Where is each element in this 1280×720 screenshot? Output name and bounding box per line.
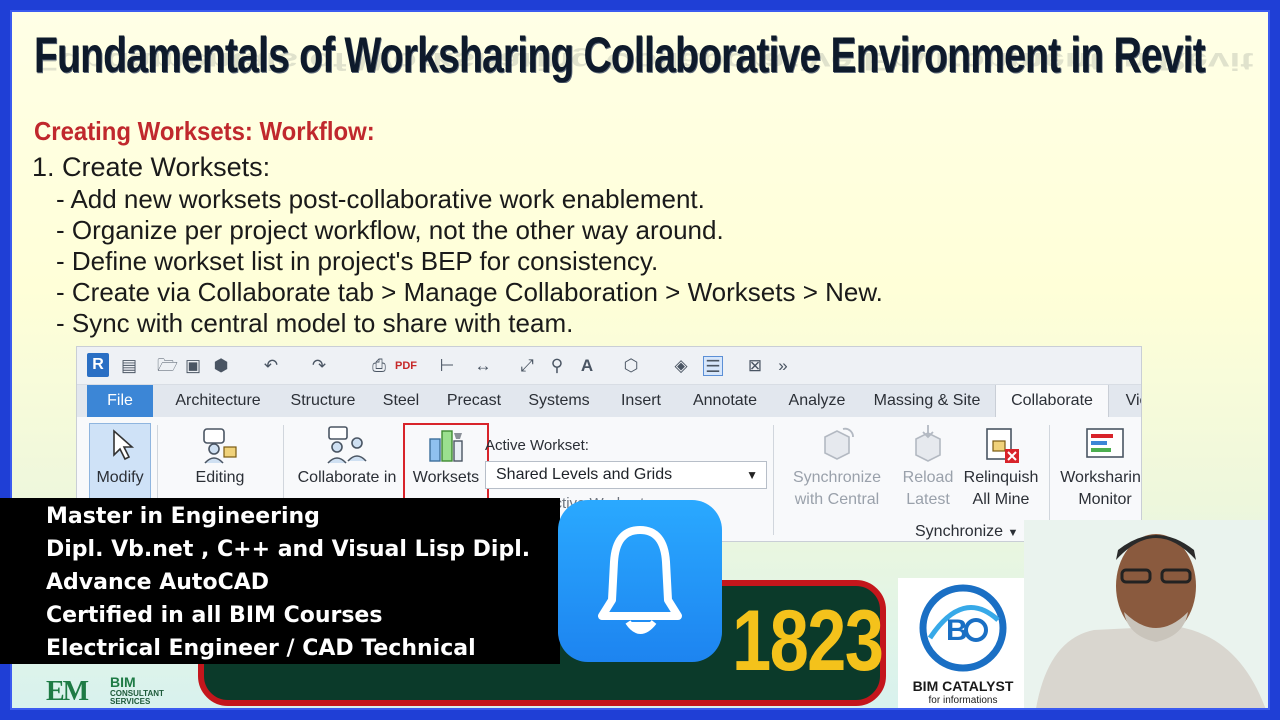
step-heading: 1. Create Worksets:	[32, 152, 271, 182]
measure-icon[interactable]: ⊢	[437, 356, 457, 376]
tab-annotate[interactable]: Annotate	[683, 385, 767, 417]
relinquish-label-2: All Mine	[972, 491, 1030, 508]
synchronize-panel-label[interactable]: Synchronize ▼	[915, 523, 1018, 541]
active-workset-value: Shared Levels and Grids	[496, 466, 673, 483]
tab-precast[interactable]: Precast	[441, 385, 507, 417]
reload-latest-button[interactable]: Reload Latest	[897, 417, 959, 511]
tag-icon[interactable]: ⚲	[547, 356, 567, 376]
thin-lines-icon[interactable]: ☰	[703, 356, 723, 376]
monitor-label-1: Worksharing	[1060, 469, 1142, 486]
credential-line: Dipl. Vb.net , C++ and Visual Lisp Dipl.	[46, 537, 531, 562]
tab-structure[interactable]: Structure	[283, 385, 363, 417]
tab-analyze[interactable]: Analyze	[779, 385, 855, 417]
pdf-icon[interactable]: PDF	[395, 356, 417, 376]
synchronize-icon	[824, 427, 854, 460]
text-icon[interactable]: A	[577, 356, 597, 376]
slide-title-reflection: Fundamentals of Worksharing Collaborativ…	[34, 47, 1254, 76]
logo-mark: EM	[46, 676, 89, 707]
tab-architecture[interactable]: Architecture	[161, 385, 275, 417]
panel-separator	[773, 425, 774, 535]
monitor-label-2: Monitor	[1078, 491, 1132, 508]
bim-consultant-logo: EM BIM CONSULTANT SERVICES	[46, 674, 186, 708]
reload-label-2: Latest	[906, 491, 950, 508]
logo-text-bim: BIM	[110, 674, 136, 690]
editing-label: Editing	[195, 469, 245, 486]
worksharing-monitor-icon	[1086, 428, 1124, 458]
tab-insert[interactable]: Insert	[611, 385, 671, 417]
synchronize-with-central-button[interactable]: Synchronize with Central	[783, 417, 891, 511]
worksets-label: Worksets	[412, 469, 480, 486]
slide-subtitle: Creating Worksets: Workflow:	[34, 116, 375, 146]
credential-line: Master in Engineering	[46, 504, 320, 529]
collaborate-in-button[interactable]: Collaborate in	[293, 417, 401, 489]
active-workset-select[interactable]: Shared Levels and Grids ▼	[485, 461, 767, 489]
ribbon-tabs: File Architecture Structure Steel Precas…	[77, 385, 1141, 417]
bullet-item: - Organize per project workflow, not the…	[56, 215, 724, 245]
close-windows-icon[interactable]: ⊠	[745, 356, 765, 376]
bell-icon	[598, 526, 682, 634]
credential-line: Certified in all BIM Courses	[46, 603, 383, 628]
collaborate-users-icon	[327, 426, 367, 464]
catalyst-emblem-icon: B	[919, 584, 1007, 672]
save-icon[interactable]: ▣	[183, 356, 203, 376]
bullet-item: - Create via Collaborate tab > Manage Co…	[56, 277, 883, 307]
cursor-icon	[113, 429, 135, 461]
tab-view[interactable]: Vie	[1117, 385, 1141, 417]
worksharing-monitor-button[interactable]: Worksharing Monitor	[1057, 417, 1142, 511]
tab-steel[interactable]: Steel	[373, 385, 429, 417]
credentials-banner: Master in Engineering Dipl. Vb.net , C++…	[0, 498, 560, 664]
bullet-item: - Define workset list in project's BEP f…	[56, 246, 659, 276]
synchronize-label-2: with Central	[794, 491, 880, 508]
tab-systems[interactable]: Systems	[519, 385, 599, 417]
presenter-video	[1024, 520, 1268, 708]
align-icon[interactable]: ⤢	[517, 356, 537, 376]
collaborate-in-label: Collaborate in	[297, 469, 397, 486]
logo-text-services: CONSULTANT SERVICES	[110, 689, 164, 706]
home-icon[interactable]: ▤	[119, 356, 139, 376]
quick-access-toolbar: R ▤ 🗁 ▣ ⬢ ↶ ↷ ⎙ PDF ⊢ ↔ ⤢ ⚲ A ⬡ ◈ ☰ ⊠ »	[77, 347, 1141, 385]
worksets-button[interactable]: Worksets	[403, 417, 489, 489]
relinquish-label-1: Relinquish	[963, 469, 1039, 486]
modify-label: Modify	[96, 469, 144, 486]
bullet-item: - Add new worksets post-collaborative wo…	[56, 184, 705, 214]
reload-label-1: Reload	[902, 469, 954, 486]
bullet-list: - Add new worksets post-collaborative wo…	[56, 184, 883, 339]
print-icon[interactable]: ⎙	[369, 356, 389, 376]
bim-catalyst-logo: B BIM CATALYST for informations	[898, 578, 1028, 708]
synchronize-label-1: Synchronize	[792, 469, 882, 486]
panel-separator	[1049, 425, 1050, 535]
open-icon[interactable]: 🗁	[157, 356, 178, 376]
tab-file[interactable]: File	[87, 385, 153, 417]
sync-icon[interactable]: ⬢	[211, 356, 231, 376]
phone-number-partial: 1823	[732, 593, 884, 689]
chevron-down-icon: ▼	[746, 468, 758, 482]
presenter-avatar	[1024, 520, 1268, 708]
synchronize-panel-text: Synchronize	[915, 523, 1004, 540]
relinquish-icon	[986, 428, 1019, 463]
expand-icon[interactable]: »	[773, 356, 793, 376]
revit-logo-icon[interactable]: R	[87, 353, 109, 377]
bullet-item: - Sync with central model to share with …	[56, 308, 574, 338]
notification-bell-button[interactable]	[558, 500, 722, 662]
relinquish-all-mine-button[interactable]: Relinquish All Mine	[959, 417, 1043, 511]
chevron-down-icon: ▼	[1007, 527, 1019, 539]
3d-view-icon[interactable]: ⬡	[621, 356, 641, 376]
active-workset-label: Active Workset:	[485, 437, 589, 454]
tab-collaborate[interactable]: Collaborate	[995, 385, 1109, 417]
reload-icon	[915, 425, 941, 462]
tab-massing-site[interactable]: Massing & Site	[867, 385, 987, 417]
modify-button[interactable]: Modify	[89, 417, 151, 489]
catalyst-name: BIM CATALYST	[912, 678, 1014, 694]
catalyst-tagline: for informations	[928, 695, 998, 706]
undo-icon[interactable]: ↶	[261, 356, 281, 376]
credential-line: Advance AutoCAD	[46, 570, 269, 595]
redo-icon[interactable]: ↷	[309, 356, 329, 376]
dimension-icon[interactable]: ↔	[473, 356, 493, 376]
editing-requests-icon	[203, 428, 237, 464]
section-icon[interactable]: ◈	[671, 356, 691, 376]
editing-button[interactable]: Editing	[175, 417, 265, 489]
worksets-icon	[429, 430, 463, 462]
credential-line: Electrical Engineer / CAD Technical	[46, 636, 476, 661]
